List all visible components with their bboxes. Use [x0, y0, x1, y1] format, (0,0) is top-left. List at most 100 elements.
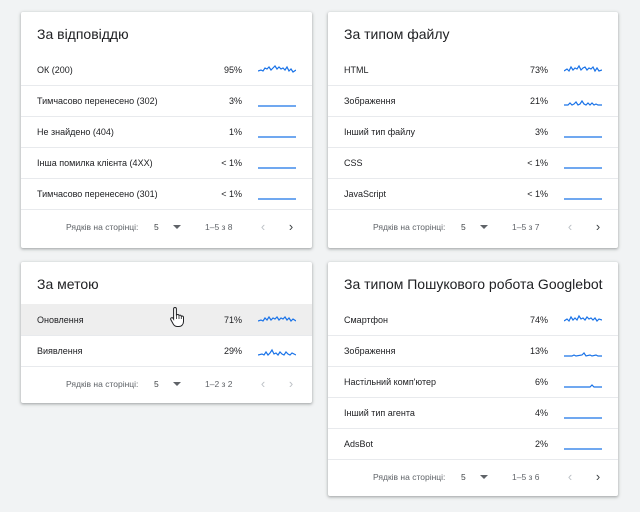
row-label: Не знайдено (404) [37, 127, 114, 137]
sparkline [258, 167, 296, 169]
row-label: Настільний комп'ютер [344, 377, 436, 387]
table-row[interactable]: JavaScript < 1% [328, 178, 618, 209]
row-percent: < 1% [221, 189, 242, 199]
hand-pointer-icon [170, 306, 184, 327]
card-by-file-type: За типом файлу HTML 73% Зображення 21% І… [328, 12, 618, 248]
row-label: Зображення [344, 346, 396, 356]
row-percent: 13% [529, 346, 548, 356]
pagination-range: 1–5 з 8 [205, 222, 233, 232]
sparkline [258, 105, 296, 107]
caret-down-icon[interactable] [480, 475, 488, 479]
table-row[interactable]: Не знайдено (404) 1% [21, 116, 312, 147]
pagination-range: 1–2 з 2 [205, 379, 233, 389]
rows-per-page-label: Рядків на сторінці: [373, 472, 446, 482]
pagination-footer: Рядків на сторінці: 5 1–5 з 7 ‹ › [328, 209, 618, 244]
chevron-right-icon[interactable]: › [283, 375, 299, 391]
caret-down-icon[interactable] [480, 225, 488, 229]
sparkline [258, 315, 296, 322]
table-row[interactable]: Тимчасово перенесено (301) < 1% [21, 178, 312, 209]
table-row[interactable]: Виявлення 29% [21, 335, 312, 366]
sparkline [258, 198, 296, 200]
card-title: За відповіддю [37, 26, 129, 42]
row-label: HTML [344, 64, 369, 75]
rows-per-page-select[interactable]: 5 [461, 222, 466, 232]
row-percent: < 1% [527, 158, 548, 168]
sparkline [564, 314, 602, 323]
row-percent: 2% [534, 439, 548, 449]
page-top-strip [0, 0, 640, 6]
table-row[interactable]: Зображення 13% [328, 335, 618, 366]
row-label: Інший тип агента [344, 408, 415, 418]
sparkline [564, 448, 602, 450]
chevron-left-icon[interactable]: ‹ [562, 218, 578, 234]
row-percent: 21% [529, 96, 548, 106]
rows-per-page-label: Рядків на сторінці: [66, 379, 139, 389]
row-percent: 73% [529, 64, 548, 75]
chevron-left-icon[interactable]: ‹ [562, 468, 578, 484]
row-percent: 6% [534, 377, 548, 387]
table-row[interactable]: Тимчасово перенесено (302) 3% [21, 85, 312, 116]
card-title: За типом файлу [344, 26, 450, 42]
sparkline [564, 417, 602, 419]
table-row[interactable]: Оновлення 71% [21, 304, 312, 335]
table-row[interactable]: AdsBot 2% [328, 428, 618, 459]
sparkline [258, 136, 296, 138]
row-percent: 3% [228, 96, 242, 106]
row-label: Тимчасово перенесено (301) [37, 189, 158, 199]
sparkline [564, 167, 602, 169]
row-percent: 29% [223, 346, 242, 356]
card-title: За метою [37, 276, 99, 292]
rows-per-page-label: Рядків на сторінці: [66, 222, 139, 232]
sparkline [258, 348, 296, 356]
rows-per-page-select[interactable]: 5 [461, 472, 466, 482]
card-by-response: За відповіддю ОК (200) 95% Тимчасово пер… [21, 12, 312, 248]
row-percent: < 1% [221, 158, 242, 168]
chevron-right-icon[interactable]: › [283, 218, 299, 234]
sparkline [258, 65, 296, 73]
chevron-left-icon[interactable]: ‹ [255, 375, 271, 391]
row-percent: 74% [529, 314, 548, 325]
table-row[interactable]: Зображення 21% [328, 85, 618, 116]
rows-per-page-select[interactable]: 5 [154, 222, 159, 232]
table-row[interactable]: Інший тип файлу 3% [328, 116, 618, 147]
chevron-left-icon[interactable]: ‹ [255, 218, 271, 234]
table-row[interactable]: ОК (200) 95% [21, 54, 312, 85]
sparkline [564, 64, 602, 73]
chevron-right-icon[interactable]: › [590, 468, 606, 484]
row-label: AdsBot [344, 439, 374, 449]
sparkline [564, 352, 602, 357]
table-row[interactable]: Настільний комп'ютер 6% [328, 366, 618, 397]
card-by-googlebot-type: За типом Пошукового робота Googlebot Сма… [328, 262, 618, 496]
chevron-right-icon[interactable]: › [590, 218, 606, 234]
card-by-purpose: За метою Оновлення 71% Виявлення 29% Ряд… [21, 262, 312, 403]
row-label: Інша помилка клієнта (4XX) [37, 158, 153, 168]
row-percent: 1% [228, 127, 242, 137]
sparkline [564, 198, 602, 200]
rows-per-page-label: Рядків на сторінці: [373, 222, 446, 232]
table-row[interactable]: Інший тип агента 4% [328, 397, 618, 428]
table-row[interactable]: CSS < 1% [328, 147, 618, 178]
row-label: Смартфон [344, 314, 389, 325]
sparkline [564, 99, 602, 106]
pagination-footer: Рядків на сторінці: 5 1–2 з 2 ‹ › [21, 366, 312, 401]
pagination-footer: Рядків на сторінці: 5 1–5 з 8 ‹ › [21, 209, 312, 244]
sparkline [564, 384, 602, 388]
caret-down-icon[interactable] [173, 225, 181, 229]
card-title: За типом Пошукового робота Googlebot [344, 276, 603, 292]
pagination-footer: Рядків на сторінці: 5 1–5 з 6 ‹ › [328, 459, 618, 494]
sparkline [564, 136, 602, 138]
row-percent: 3% [534, 127, 548, 137]
row-percent: 95% [223, 64, 242, 75]
table-row[interactable]: Смартфон 74% [328, 304, 618, 335]
row-percent: 4% [534, 408, 548, 418]
row-label: Оновлення [37, 314, 84, 325]
caret-down-icon[interactable] [173, 382, 181, 386]
row-label: ОК (200) [37, 64, 73, 75]
table-row[interactable]: HTML 73% [328, 54, 618, 85]
row-label: Зображення [344, 96, 396, 106]
rows-per-page-select[interactable]: 5 [154, 379, 159, 389]
row-label: Виявлення [37, 346, 83, 356]
row-percent: 71% [223, 314, 242, 325]
table-row[interactable]: Інша помилка клієнта (4XX) < 1% [21, 147, 312, 178]
row-label: CSS [344, 158, 363, 168]
